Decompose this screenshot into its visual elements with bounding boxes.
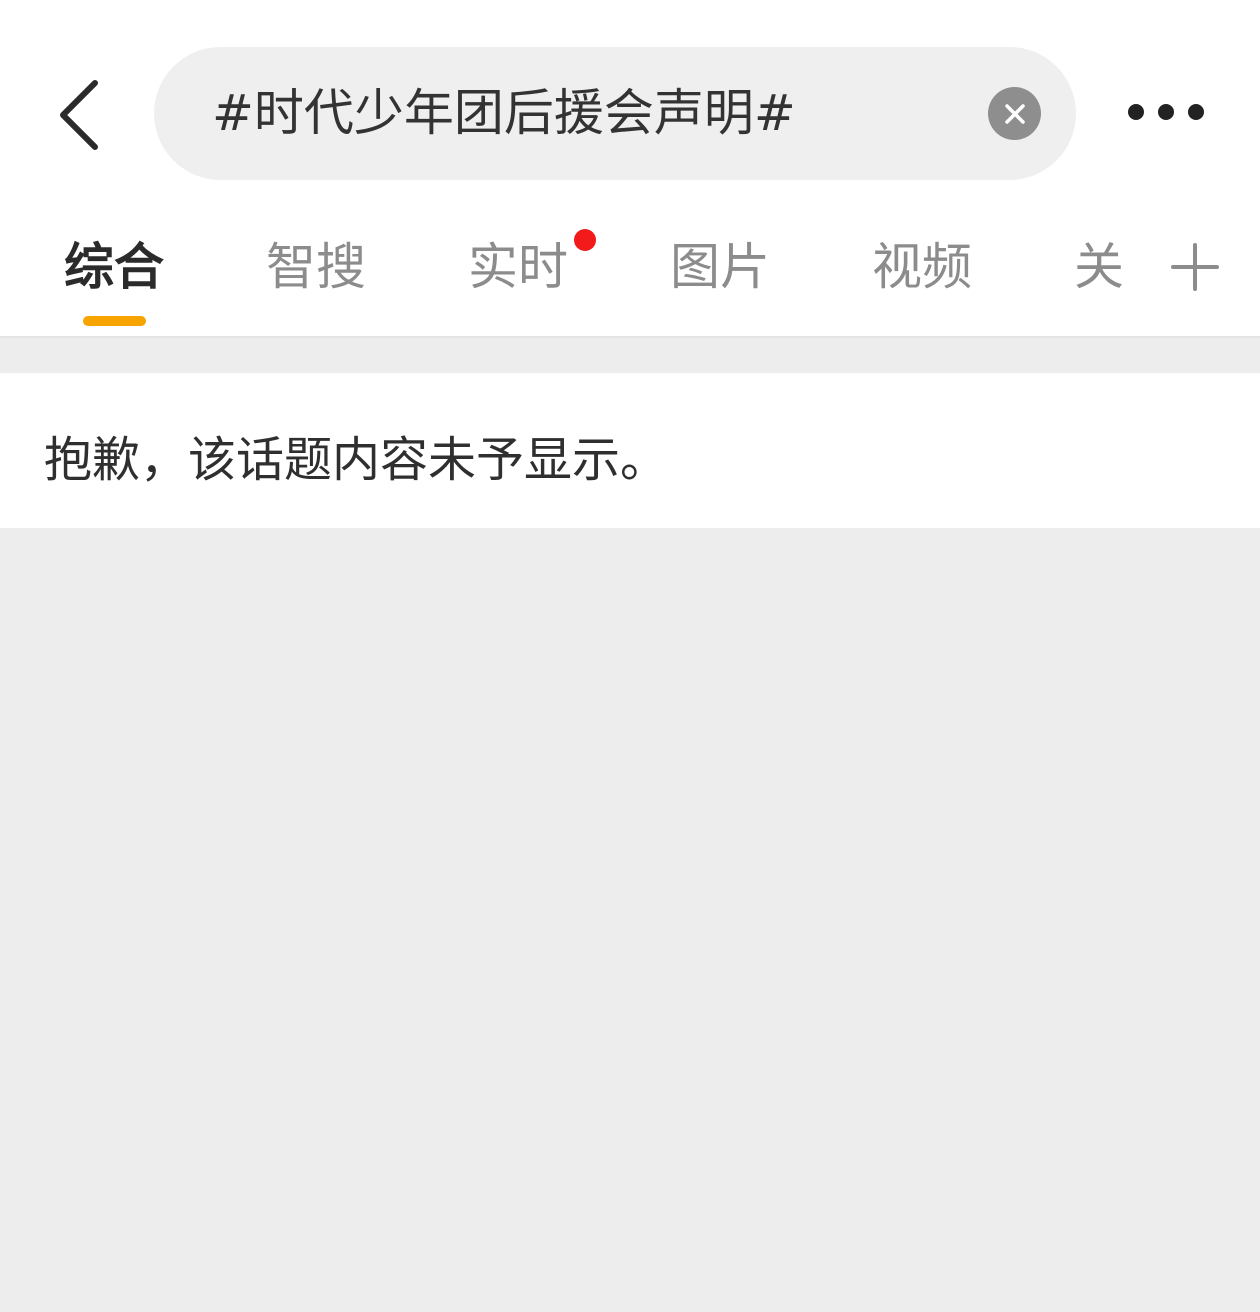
clear-search-button[interactable]: [988, 87, 1041, 140]
tab-bar: 综合 智搜 实时 图片 视频 关: [0, 202, 1260, 338]
tab-images[interactable]: 图片: [670, 232, 770, 302]
more-dots-icon: [1158, 104, 1174, 120]
more-dots-icon: [1128, 104, 1144, 120]
clear-x-icon: [1004, 103, 1025, 124]
back-button[interactable]: [40, 70, 120, 160]
tab-partial-next[interactable]: 关: [1074, 232, 1124, 302]
notice-card: 抱歉，该话题内容未予显示。: [0, 373, 1260, 528]
search-input[interactable]: [212, 47, 952, 180]
tab-realtime[interactable]: 实时: [468, 232, 568, 302]
tab-comprehensive[interactable]: 综合: [64, 232, 164, 302]
search-box[interactable]: [154, 47, 1076, 180]
top-bar: [0, 0, 1260, 202]
back-chevron-icon: [60, 80, 98, 150]
realtime-new-dot: [574, 229, 596, 251]
tab-videos[interactable]: 视频: [872, 232, 972, 302]
plus-icon: [1171, 243, 1219, 291]
more-button[interactable]: [1116, 80, 1216, 144]
notice-message: 抱歉，该话题内容未予显示。: [44, 432, 669, 488]
more-dots-icon: [1188, 104, 1204, 120]
tab-smart-search[interactable]: 智搜: [266, 232, 366, 302]
empty-content-area: [0, 528, 1260, 1312]
add-tab-button[interactable]: [1130, 202, 1260, 332]
section-divider: [0, 338, 1260, 373]
active-tab-indicator: [83, 316, 146, 326]
